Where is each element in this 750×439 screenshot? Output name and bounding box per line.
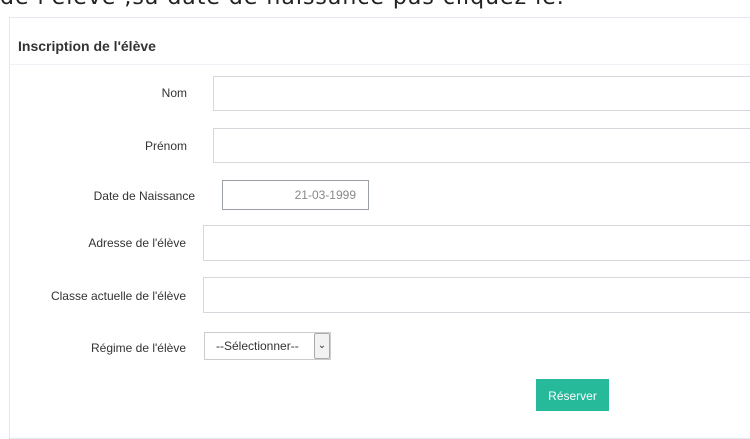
date-naissance-input[interactable]: 21-03-1999 bbox=[222, 180, 369, 210]
reserver-button[interactable]: Réserver bbox=[536, 379, 609, 411]
nom-input[interactable] bbox=[213, 76, 750, 111]
chevron-down-icon[interactable]: ⌄ bbox=[314, 333, 330, 359]
classe-input[interactable] bbox=[203, 277, 750, 313]
date-naissance-label: Date de Naissance bbox=[93, 189, 195, 203]
title-divider bbox=[10, 64, 750, 65]
prenom-input[interactable] bbox=[213, 128, 750, 163]
regime-select[interactable]: --Sélectionner-- bbox=[204, 332, 331, 360]
regime-label: Régime de l'élève bbox=[90, 341, 186, 355]
classe-label: Classe actuelle de l'élève bbox=[50, 289, 186, 303]
instruction-caption: de l'élève ,sa date de naissance pas cli… bbox=[0, 0, 565, 10]
nom-label: Nom bbox=[161, 86, 187, 100]
adresse-input[interactable] bbox=[203, 225, 750, 261]
caption-strip: de l'élève ,sa date de naissance pas cli… bbox=[0, 0, 750, 17]
adresse-label: Adresse de l'élève bbox=[88, 236, 186, 250]
prenom-label: Prénom bbox=[144, 139, 187, 153]
panel-title: Inscription de l'élève bbox=[18, 38, 156, 54]
